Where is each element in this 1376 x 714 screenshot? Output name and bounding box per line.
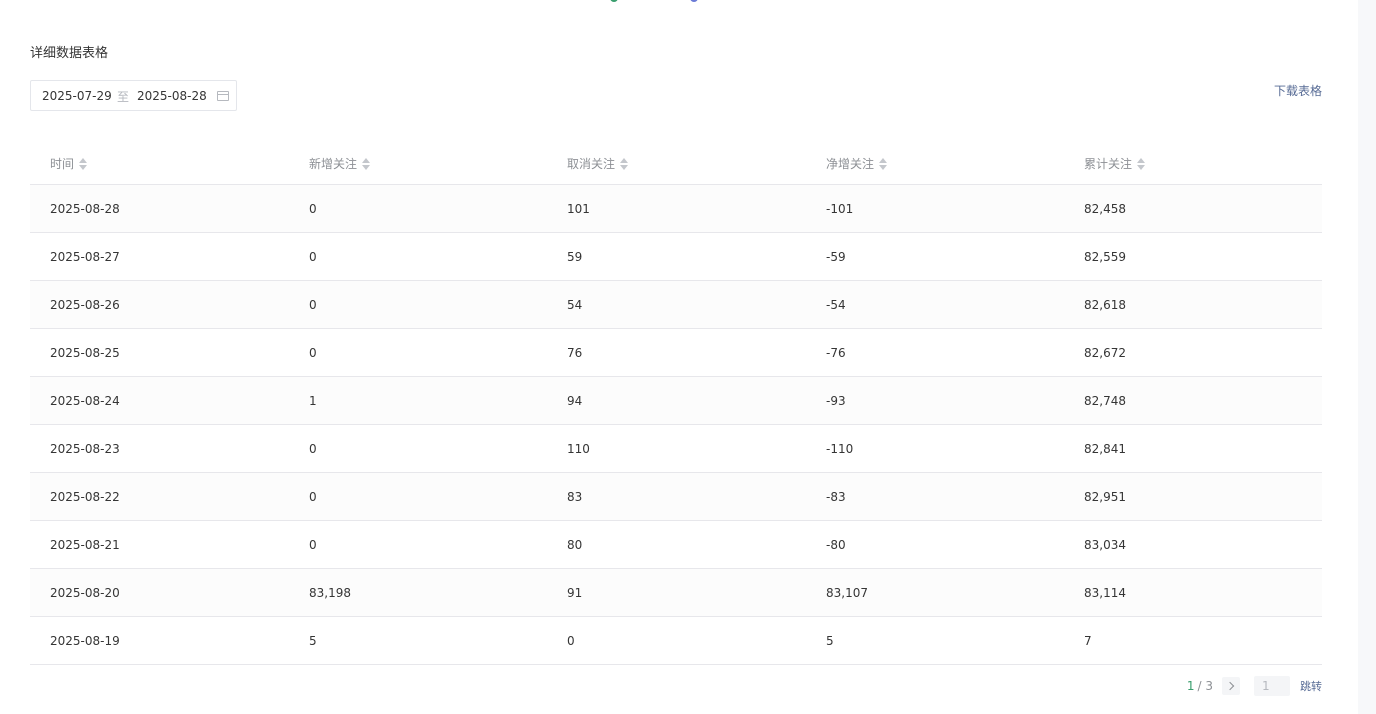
table-cell: 83,107 — [826, 586, 868, 600]
table-cell: 59 — [567, 250, 583, 264]
section-title: 详细数据表格 — [30, 46, 109, 61]
table-row: 2025-08-23 0 110 -110 82,841 — [30, 425, 1322, 473]
table-cell: 82,672 — [1084, 346, 1126, 360]
table-cell: 5 — [826, 634, 834, 648]
table-cell: 83,198 — [309, 586, 351, 600]
table-cell: 91 — [567, 586, 583, 600]
table-header: 时间 新增关注 取消关注 净增关注 累计关注 — [30, 139, 1322, 185]
column-header-time[interactable]: 时间 — [50, 155, 88, 172]
table-cell: 82,458 — [1084, 202, 1126, 216]
table-cell: 110 — [567, 442, 590, 456]
table-cell: 2025-08-19 — [50, 634, 120, 648]
column-header-new-follows[interactable]: 新增关注 — [309, 155, 371, 172]
next-page-icon[interactable] — [1222, 677, 1240, 695]
table-cell: 0 — [309, 490, 317, 504]
table-cell: 0 — [309, 202, 317, 216]
table-cell: 0 — [309, 298, 317, 312]
table-body: 2025-08-28 0 101 -101 82,458 2025-08-27 0 59 -59… — [30, 185, 1322, 665]
jump-button[interactable]: 跳转 — [1300, 678, 1322, 694]
date-separator: 至 — [117, 90, 130, 104]
pagination: 1 / 3 1 跳转 — [1187, 676, 1322, 696]
right-scroll-gutter — [1358, 0, 1376, 714]
table-cell: -110 — [826, 442, 854, 456]
sort-icon[interactable] — [1137, 157, 1146, 170]
sort-icon[interactable] — [620, 157, 629, 170]
table-cell: 2025-08-22 — [50, 490, 120, 504]
date-range-picker[interactable]: 2025-07-29 至 2025-08-28 — [30, 80, 237, 111]
table-row: 2025-08-21 0 80 -80 83,034 — [30, 521, 1322, 569]
table-cell: 82,618 — [1084, 298, 1126, 312]
table-cell: -54 — [826, 298, 846, 312]
page-input[interactable]: 1 — [1254, 676, 1290, 696]
table-cell: 94 — [567, 394, 583, 408]
table-cell: -101 — [826, 202, 854, 216]
table-cell: 2025-08-21 — [50, 538, 120, 552]
table-cell: 80 — [567, 538, 583, 552]
data-table: 时间 新增关注 取消关注 净增关注 累计关注 2025-08-28 0 101 -10… — [30, 139, 1322, 665]
table-row: 2025-08-24 1 94 -93 82,748 — [30, 377, 1322, 425]
table-row: 2025-08-27 0 59 -59 82,559 — [30, 233, 1322, 281]
table-row: 2025-08-26 0 54 -54 82,618 — [30, 281, 1322, 329]
table-cell: 0 — [309, 442, 317, 456]
table-cell: 82,559 — [1084, 250, 1126, 264]
sort-icon[interactable] — [362, 157, 371, 170]
current-page: 1 — [1186, 679, 1195, 693]
sort-icon[interactable] — [79, 157, 88, 170]
end-date[interactable]: 2025-08-28 — [137, 89, 207, 103]
table-cell: 2025-08-26 — [50, 298, 120, 312]
table-cell: 0 — [309, 538, 317, 552]
total-pages: / 3 — [1197, 679, 1214, 693]
table-cell: 2025-08-27 — [50, 250, 120, 264]
sort-icon[interactable] — [879, 157, 888, 170]
table-cell: -93 — [826, 394, 846, 408]
table-cell: 2025-08-23 — [50, 442, 120, 456]
table-cell: 54 — [567, 298, 583, 312]
table-cell: 1 — [309, 394, 317, 408]
table-row: 2025-08-25 0 76 -76 82,672 — [30, 329, 1322, 377]
table-cell: 82,748 — [1084, 394, 1126, 408]
column-header-unfollows[interactable]: 取消关注 — [567, 155, 629, 172]
table-cell: 82,841 — [1084, 442, 1126, 456]
table-cell: 0 — [567, 634, 575, 648]
column-header-net-follows[interactable]: 净增关注 — [826, 155, 888, 172]
table-row: 2025-08-22 0 83 -83 82,951 — [30, 473, 1322, 521]
table-cell: -83 — [826, 490, 846, 504]
column-header-total-follows[interactable]: 累计关注 — [1084, 155, 1146, 172]
legend-dot-icon — [610, 0, 618, 2]
table-cell: 2025-08-28 — [50, 202, 120, 216]
table-cell: 7 — [1084, 634, 1092, 648]
table-row: 2025-08-28 0 101 -101 82,458 — [30, 185, 1322, 233]
calendar-icon[interactable] — [217, 91, 229, 101]
table-row: 2025-08-20 83,198 91 83,107 83,114 — [30, 569, 1322, 617]
chart-legend-cropped — [606, 0, 746, 4]
table-cell: 2025-08-20 — [50, 586, 120, 600]
table-cell: -80 — [826, 538, 846, 552]
table-cell: 2025-08-25 — [50, 346, 120, 360]
table-cell: 5 — [309, 634, 317, 648]
table-cell: -59 — [826, 250, 846, 264]
download-table-link[interactable]: 下载表格 — [1274, 82, 1322, 99]
table-cell: 83,114 — [1084, 586, 1126, 600]
table-cell: -76 — [826, 346, 846, 360]
table-cell: 83,034 — [1084, 538, 1126, 552]
table-row: 2025-08-19 5 0 5 7 — [30, 617, 1322, 665]
table-cell: 2025-08-24 — [50, 394, 120, 408]
legend-dot-icon — [690, 0, 698, 2]
table-cell: 101 — [567, 202, 590, 216]
table-cell: 0 — [309, 250, 317, 264]
table-cell: 83 — [567, 490, 583, 504]
start-date[interactable]: 2025-07-29 — [42, 89, 112, 103]
table-cell: 0 — [309, 346, 317, 360]
table-cell: 82,951 — [1084, 490, 1126, 504]
table-cell: 76 — [567, 346, 583, 360]
